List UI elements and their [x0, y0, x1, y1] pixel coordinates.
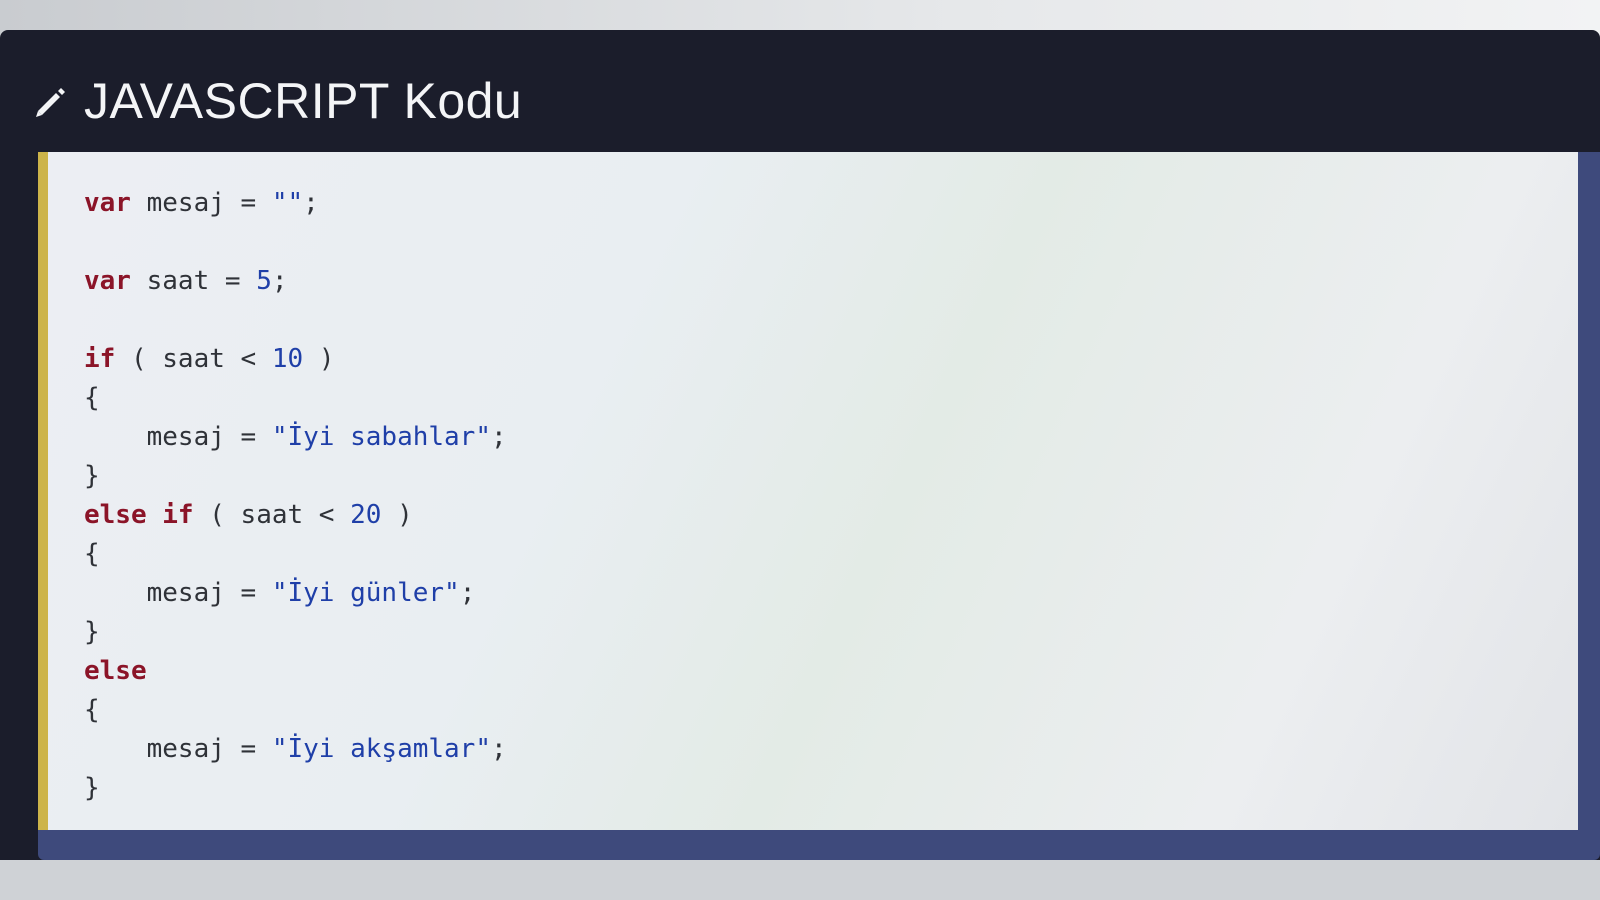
code-keyword: var [84, 266, 131, 296]
code-text: ; [303, 188, 319, 218]
code-line: mesaj = "İyi sabahlar"; [84, 418, 507, 457]
code-text: ; [459, 578, 476, 608]
code-text: } [84, 773, 100, 803]
code-number: 10 [271, 344, 304, 374]
code-line: else [84, 652, 507, 691]
code-text: { [84, 539, 100, 569]
code-text: { [84, 383, 100, 413]
code-line: var saat = 5; [84, 262, 507, 301]
code-text: mesaj = [84, 578, 272, 608]
code-text: ( saat < [115, 344, 272, 374]
screen-background-bottom [0, 860, 1600, 900]
code-line: } [84, 457, 507, 496]
code-line: } [84, 613, 507, 652]
code-text: ( saat < [193, 500, 351, 530]
code-text: mesaj = [130, 188, 272, 218]
code-line: { [84, 379, 507, 418]
code-text: ) [381, 500, 413, 530]
code-line: { [84, 691, 507, 730]
code-line: if ( saat < 10 ) [84, 340, 507, 379]
code-keyword: var [84, 188, 131, 218]
code-string: "" [271, 188, 304, 218]
code-text: } [84, 461, 100, 491]
pencil-icon [30, 81, 70, 121]
code-text: ; [491, 734, 507, 764]
code-keyword: if [84, 344, 116, 374]
code-line: { [84, 535, 507, 574]
panel-header: JAVASCRIPT Kodu [30, 66, 522, 136]
code-string: "İyi akşamlar" [271, 734, 491, 764]
code-content: var mesaj = ""; var saat = 5; if ( saat < … [84, 184, 507, 808]
code-line: else if ( saat < 20 ) [84, 496, 507, 535]
code-string: "İyi günler" [271, 578, 460, 608]
code-text: ) [303, 344, 335, 374]
code-number: 20 [350, 500, 382, 530]
code-text: mesaj = [84, 422, 272, 452]
code-text: } [84, 617, 100, 647]
code-line: mesaj = "İyi günler"; [84, 574, 507, 613]
code-text: ; [491, 422, 507, 452]
code-text: saat = [130, 266, 257, 296]
code-keyword: else if [84, 500, 194, 530]
code-text: { [84, 695, 100, 725]
code-text: ; [271, 266, 288, 296]
code-keyword: else [84, 656, 147, 686]
code-number: 5 [256, 266, 272, 296]
panel-title: JAVASCRIPT Kodu [84, 73, 523, 129]
code-text: mesaj = [84, 734, 272, 764]
code-string: "İyi sabahlar" [271, 422, 491, 452]
code-line: } [84, 769, 507, 808]
code-line: mesaj = "İyi akşamlar"; [84, 730, 507, 769]
code-line: var mesaj = ""; [84, 184, 507, 223]
